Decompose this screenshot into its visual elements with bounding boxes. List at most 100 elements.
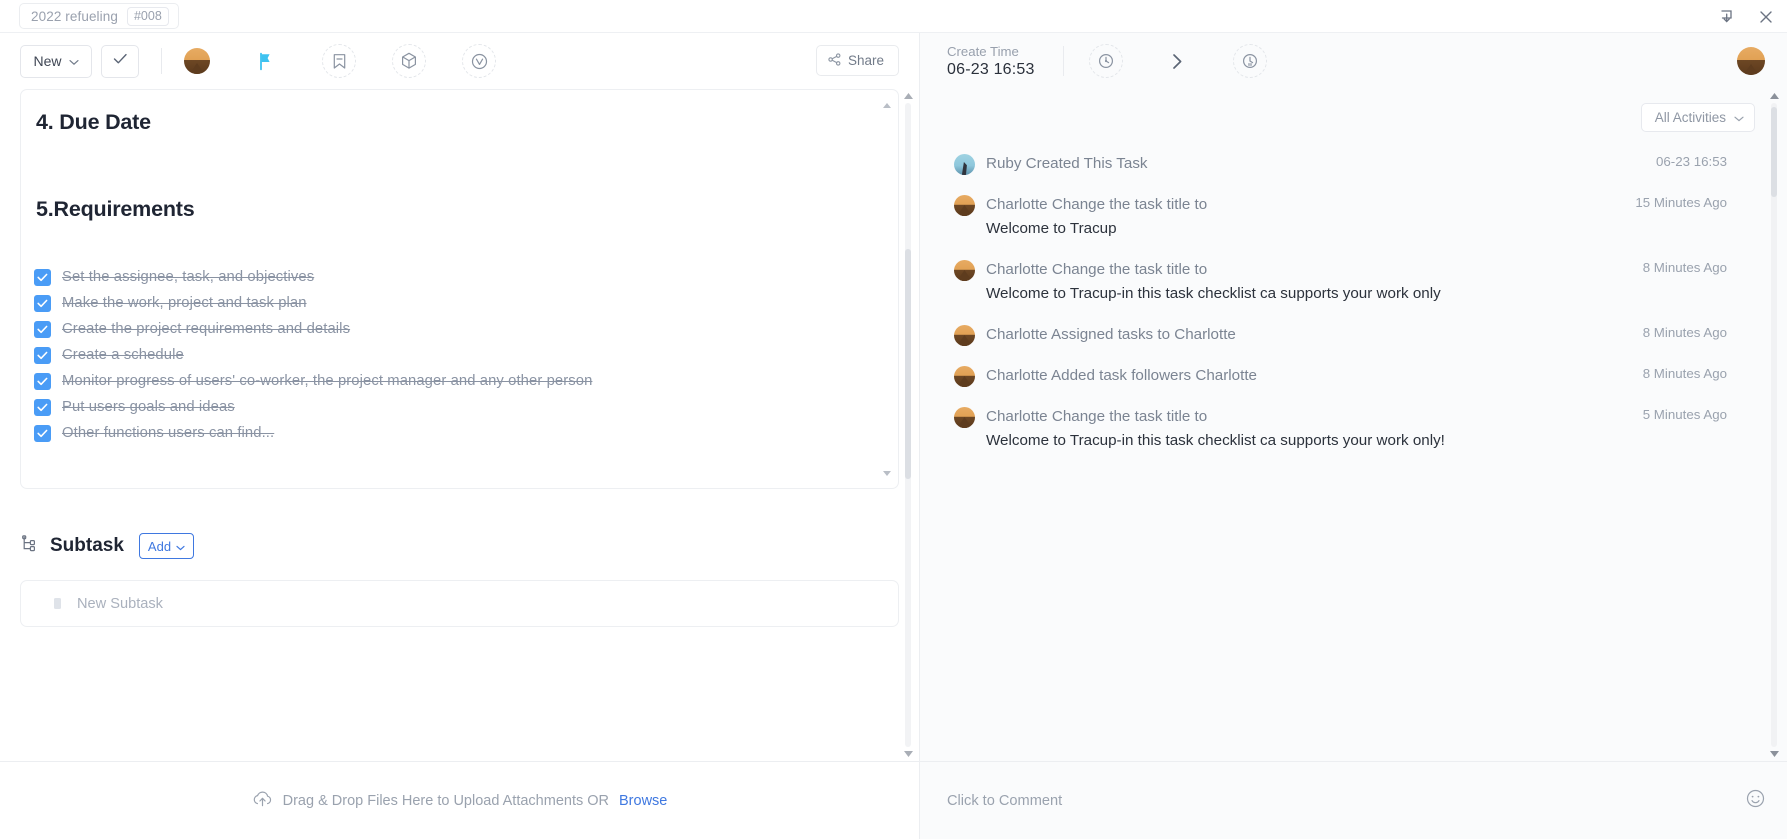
close-icon[interactable] xyxy=(1755,6,1777,28)
attachment-dropzone[interactable]: Drag & Drop Files Here to Upload Attachm… xyxy=(0,761,919,839)
checkbox-checked-icon[interactable] xyxy=(34,373,51,390)
box-icon[interactable] xyxy=(392,44,426,78)
comment-bar: Click to Comment xyxy=(920,761,1787,839)
smiley-icon[interactable] xyxy=(1746,789,1765,813)
scroll-down-icon[interactable] xyxy=(1768,747,1780,761)
add-label: Add xyxy=(148,539,171,554)
description-scrollbar[interactable] xyxy=(882,100,892,478)
avatar xyxy=(954,195,975,216)
avatar xyxy=(954,154,975,175)
chevron-down-icon xyxy=(1734,110,1744,125)
subtask-title: Subtask xyxy=(50,535,124,557)
activity-item: Charlotte Change the task title to Welco… xyxy=(954,406,1769,452)
subtask-icon xyxy=(22,535,39,557)
activity-timestamp: 15 Minutes Ago xyxy=(1635,195,1727,210)
scrollbar-track[interactable] xyxy=(1771,103,1777,747)
scrollbar-thumb[interactable] xyxy=(905,249,911,479)
chevron-right-icon[interactable] xyxy=(1163,46,1193,76)
activity-timestamp: 8 Minutes Ago xyxy=(1643,366,1727,381)
activity-text: Charlotte Change the task title to xyxy=(986,194,1207,215)
subtask-header: Subtask Add xyxy=(20,533,899,559)
share-button[interactable]: Share xyxy=(816,45,899,76)
description-card: 4. Due Date 5.Requirements Set the assig… xyxy=(20,89,899,489)
scrollbar-thumb[interactable] xyxy=(1771,107,1777,197)
activity-text: Charlotte Assigned tasks to Charlotte xyxy=(986,324,1236,345)
task-body-scroll-area: 4. Due Date 5.Requirements Set the assig… xyxy=(0,89,919,761)
checkbox-checked-icon[interactable] xyxy=(34,347,51,364)
browse-link[interactable]: Browse xyxy=(619,793,667,809)
activity-detail: Welcome to Tracup-in this task checklist… xyxy=(986,283,1769,305)
avatar xyxy=(1737,47,1765,75)
current-user-avatar[interactable] xyxy=(1737,47,1765,80)
bookmark-icon[interactable] xyxy=(322,44,356,78)
header-divider xyxy=(1063,46,1064,76)
task-detail-pane: New xyxy=(0,33,920,839)
checklist-item-label: Put users goals and ideas xyxy=(62,399,235,415)
task-breadcrumb-chip[interactable]: 2022 refueling #008 xyxy=(19,3,179,29)
minimize-icon[interactable] xyxy=(1715,6,1737,28)
comment-input[interactable]: Click to Comment xyxy=(942,793,1062,809)
activity-timestamp: 5 Minutes Ago xyxy=(1643,407,1727,422)
clock-start-icon[interactable] xyxy=(1089,44,1123,78)
checklist-item-label: Set the assignee, task, and objectives xyxy=(62,269,314,285)
activity-item: Charlotte Added task followers Charlotte… xyxy=(954,365,1769,387)
checkbox-checked-icon[interactable] xyxy=(34,269,51,286)
activity-detail: Welcome to Tracup-in this task checklist… xyxy=(986,430,1769,452)
activity-scrollbar[interactable] xyxy=(1768,89,1780,761)
checklist-item[interactable]: Put users goals and ideas xyxy=(34,394,872,420)
checklist-item[interactable]: Other functions users can find... xyxy=(34,420,872,446)
chevron-down-icon xyxy=(176,539,185,554)
activity-timestamp: 8 Minutes Ago xyxy=(1643,260,1727,275)
scroll-down-icon[interactable] xyxy=(882,468,892,478)
scroll-up-icon[interactable] xyxy=(902,89,914,103)
chevron-down-icon xyxy=(69,53,79,69)
scroll-down-icon[interactable] xyxy=(902,747,914,761)
avatar xyxy=(184,48,210,74)
add-subtask-button[interactable]: Add xyxy=(139,533,194,559)
checklist-item[interactable]: Create a schedule xyxy=(34,342,872,368)
checklist-item[interactable]: Create the project requirements and deta… xyxy=(34,316,872,342)
avatar xyxy=(954,260,975,281)
create-time-block: Create Time 06-23 16:53 xyxy=(942,44,1035,79)
activity-detail: Welcome to Tracup xyxy=(986,218,1769,240)
checkbox-checked-icon[interactable] xyxy=(34,321,51,338)
clock-end-icon[interactable] xyxy=(1233,44,1267,78)
new-subtask-row[interactable]: New Subtask xyxy=(20,580,899,627)
toolbar-divider xyxy=(161,48,162,74)
flag-icon[interactable] xyxy=(250,46,280,76)
checkbox-checked-icon[interactable] xyxy=(34,399,51,416)
subtask-bullet-icon xyxy=(54,598,61,609)
avatar xyxy=(954,366,975,387)
shield-check-icon[interactable] xyxy=(462,44,496,78)
checklist-item[interactable]: Set the assignee, task, and objectives xyxy=(34,264,872,290)
checkbox-checked-icon[interactable] xyxy=(34,295,51,312)
activity-text: Charlotte Change the task title to xyxy=(986,259,1207,280)
task-name-label: 2022 refueling xyxy=(31,9,118,24)
check-icon xyxy=(113,52,128,70)
create-time-value: 06-23 16:53 xyxy=(947,61,1035,79)
activity-text: Charlotte Change the task title to xyxy=(986,406,1207,427)
activity-timestamp: 06-23 16:53 xyxy=(1656,154,1727,169)
assignee-avatar[interactable] xyxy=(182,46,212,76)
checklist-item-label: Create a schedule xyxy=(62,347,184,363)
share-label: Share xyxy=(848,53,884,68)
activity-feed: All Activities Ruby Created This Task 06… xyxy=(920,89,1787,761)
activity-filter-dropdown[interactable]: All Activities xyxy=(1641,103,1755,132)
task-body-scrollbar[interactable] xyxy=(902,89,914,761)
share-icon xyxy=(828,53,841,69)
task-toolbar: New xyxy=(0,33,919,89)
requirements-checklist: Set the assignee, task, and objectives M… xyxy=(33,264,872,446)
activity-text: Charlotte Added task followers Charlotte xyxy=(986,365,1257,386)
scroll-up-icon[interactable] xyxy=(1768,89,1780,103)
checkbox-checked-icon[interactable] xyxy=(34,425,51,442)
mark-complete-button[interactable] xyxy=(101,45,139,78)
new-subtask-input[interactable]: New Subtask xyxy=(77,596,163,612)
checklist-item[interactable]: Make the work, project and task plan xyxy=(34,290,872,316)
scroll-up-icon[interactable] xyxy=(882,100,892,110)
status-dropdown-new[interactable]: New xyxy=(20,45,92,78)
activity-timestamp: 8 Minutes Ago xyxy=(1643,325,1727,340)
activity-item: Charlotte Change the task title to Welco… xyxy=(954,259,1769,305)
checklist-item[interactable]: Monitor progress of users' co-worker, th… xyxy=(34,368,872,394)
activity-pane-header: Create Time 06-23 16:53 xyxy=(920,33,1787,89)
checklist-item-label: Create the project requirements and deta… xyxy=(62,321,350,337)
